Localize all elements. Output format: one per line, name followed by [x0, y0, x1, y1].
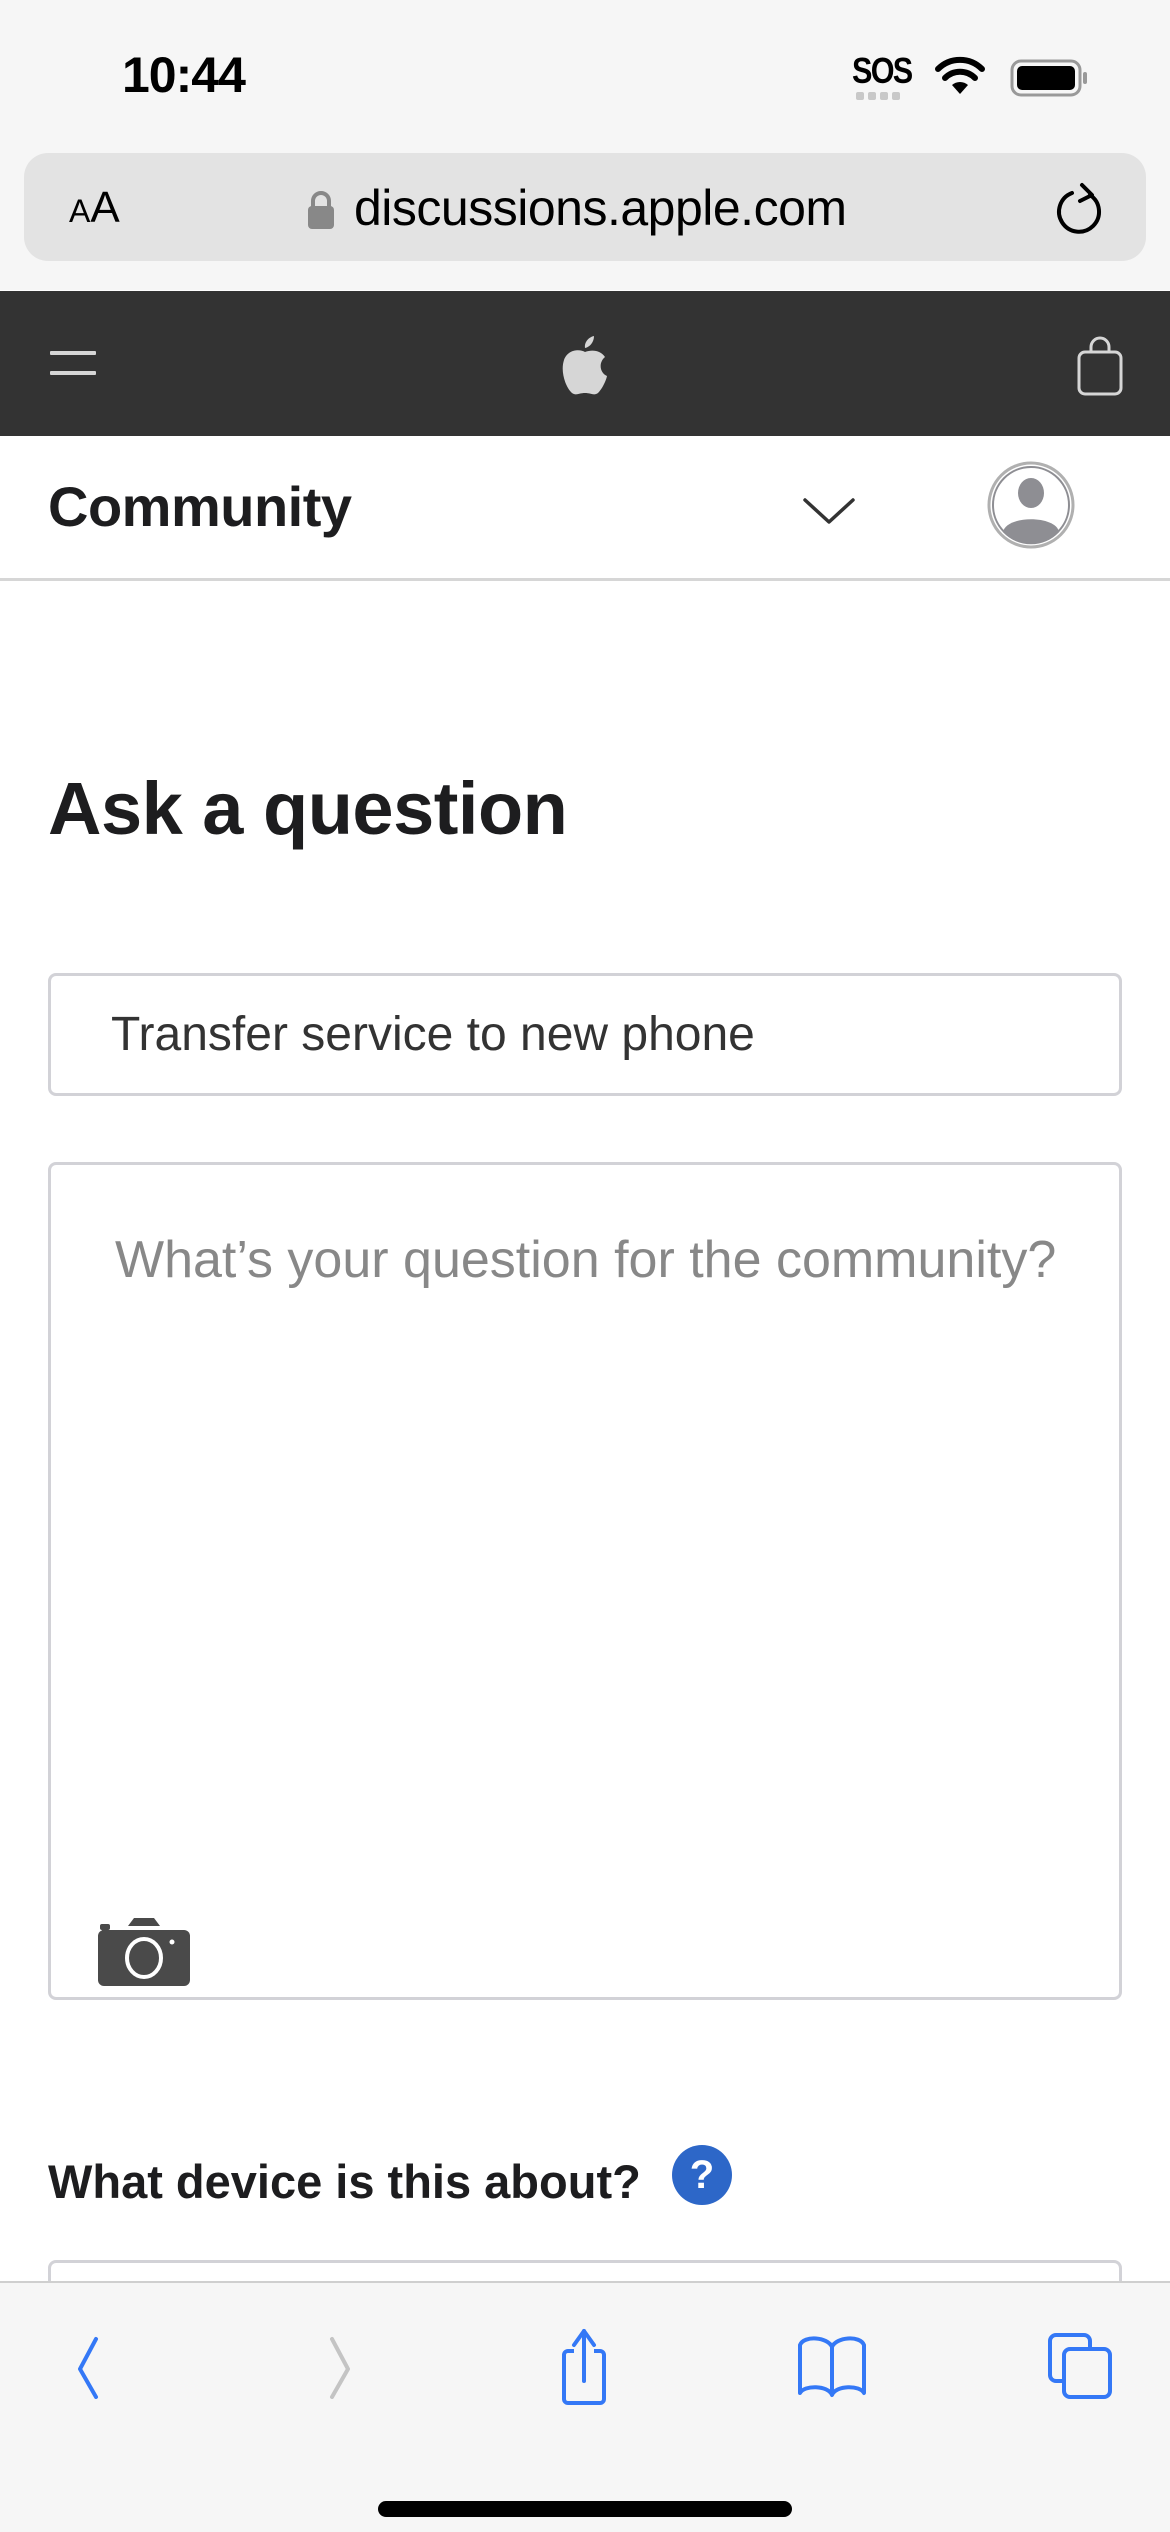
reload-icon[interactable] — [1054, 181, 1106, 237]
browser-address-area: AA discussions.apple.com — [0, 150, 1170, 290]
wifi-icon — [935, 56, 985, 94]
battery-icon — [1010, 59, 1087, 97]
status-time: 10:44 — [122, 47, 246, 103]
browser-bottom-toolbar — [0, 2281, 1170, 2532]
home-indicator[interactable] — [378, 2501, 792, 2517]
help-icon[interactable]: ? — [672, 2145, 732, 2205]
community-title[interactable]: Community — [48, 474, 352, 539]
chevron-down-icon[interactable] — [802, 496, 856, 526]
question-body-textarea[interactable] — [51, 1165, 1119, 1997]
tabs-icon — [1048, 2333, 1112, 2399]
url-text[interactable]: discussions.apple.com — [354, 179, 847, 237]
question-subject-input[interactable] — [48, 973, 1122, 1096]
chevron-left-icon — [78, 2337, 98, 2399]
status-bar: 10:44 SOS — [0, 0, 1170, 150]
shopping-bag-icon[interactable] — [1076, 335, 1124, 397]
device-question-label: What device is this about? — [48, 2155, 641, 2208]
tabs-button[interactable] — [1040, 2327, 1120, 2407]
community-header: Community — [0, 436, 1170, 581]
book-icon — [798, 2336, 866, 2397]
sos-indicator: SOS — [852, 50, 913, 91]
share-button[interactable] — [544, 2327, 624, 2407]
text-size-button[interactable]: AA — [69, 183, 120, 233]
camera-icon[interactable] — [98, 1918, 190, 1986]
address-bar[interactable]: AA discussions.apple.com — [24, 153, 1146, 261]
apple-logo-icon[interactable] — [560, 336, 610, 396]
apple-global-nav — [0, 291, 1170, 436]
chevron-right-icon — [330, 2337, 350, 2399]
signal-dots — [856, 92, 900, 100]
back-button[interactable] — [48, 2327, 128, 2407]
bookmarks-button[interactable] — [792, 2327, 872, 2407]
question-body-field — [48, 1162, 1122, 2000]
forward-button[interactable] — [300, 2327, 380, 2407]
page-title: Ask a question — [48, 767, 568, 850]
avatar-icon[interactable] — [986, 460, 1076, 550]
hamburger-menu-icon[interactable] — [50, 349, 96, 377]
share-icon — [562, 2329, 606, 2405]
lock-icon — [308, 191, 334, 229]
